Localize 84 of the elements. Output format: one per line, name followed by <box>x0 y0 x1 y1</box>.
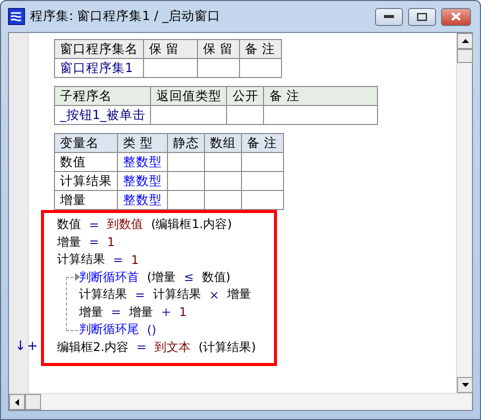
code-text: 计算结果 <box>57 251 105 268</box>
code-operator: × <box>209 288 220 302</box>
code-command: 到数值 <box>107 216 144 234</box>
code-command: 到文本 <box>154 338 191 356</box>
type-cell[interactable]: 整数型 <box>118 190 168 210</box>
up-arrow-icon <box>462 39 468 43</box>
scrollbar-thumb[interactable] <box>25 394 41 410</box>
column-header: 保 留 <box>144 40 198 58</box>
column-header: 保 留 <box>198 40 240 58</box>
column-header: 子程序名 <box>54 86 151 106</box>
column-header: 备 注 <box>240 40 282 58</box>
name-cell[interactable]: 窗口程序集1 <box>54 58 144 78</box>
type-cell[interactable]: 整数型 <box>118 152 168 172</box>
column-header: 数组 <box>204 134 242 152</box>
scroll-left-button[interactable] <box>9 394 25 410</box>
table-cell <box>168 172 204 190</box>
table-cell <box>144 58 198 78</box>
table-cell: 数值 <box>54 152 118 172</box>
table-cell <box>204 172 242 190</box>
table-cell <box>198 58 240 78</box>
code-operator: = <box>89 218 100 232</box>
code-operator: ≤ <box>184 270 194 284</box>
code-text: (增量 <box>147 268 176 286</box>
code-number: 1 <box>131 252 139 267</box>
table-cell <box>240 58 282 78</box>
code-operator: = <box>89 235 100 250</box>
window-title: 程序集: 窗口程序集1 / _启动窗口 <box>30 8 222 25</box>
type-cell[interactable]: 整数型 <box>118 172 168 190</box>
column-header: 类 型 <box>118 134 168 152</box>
column-header: 变量名 <box>54 134 118 152</box>
column-header: 窗口程序集名 <box>54 40 144 58</box>
scroll-up-button[interactable] <box>457 33 473 49</box>
code-text: 增量 <box>129 304 154 321</box>
loop-connector <box>66 276 78 330</box>
table-cell <box>168 190 204 210</box>
code-operator: = <box>135 288 146 302</box>
app-icon <box>8 8 25 25</box>
code-operator: () <box>147 322 156 337</box>
table-cell <box>204 152 242 172</box>
column-header: 返回值类型 <box>150 86 227 106</box>
minimize-button[interactable] <box>375 8 403 26</box>
table-cell <box>168 152 204 172</box>
table-cell: 计算结果 <box>54 172 118 190</box>
loop-arrow-icon <box>75 272 80 280</box>
table-cell <box>242 152 284 172</box>
table-cell <box>242 172 284 190</box>
name-cell[interactable]: _按钮1_被单击 <box>54 106 151 124</box>
code-text: 增量 <box>227 286 252 304</box>
code-operator: = <box>136 340 147 354</box>
minimize-icon <box>384 14 394 18</box>
column-header: 静态 <box>168 134 204 152</box>
code-text: 计算结果 <box>79 286 127 304</box>
code-text: 编辑框2.内容 <box>57 338 128 356</box>
code-number: 1 <box>179 305 187 320</box>
left-arrow-icon <box>15 398 19 406</box>
column-header: 公开 <box>226 86 264 106</box>
code-text: 计算结果 <box>153 286 202 304</box>
code-operator: = <box>111 305 122 320</box>
code-text: 数值 <box>57 216 81 234</box>
code-text: (编辑框1.内容) <box>151 216 232 234</box>
down-arrow-marker[interactable]: ↓ <box>15 338 26 354</box>
code-text: 数值) <box>202 268 230 286</box>
column-header: 备 注 <box>242 134 284 152</box>
code-operator: = <box>113 252 124 267</box>
expand-marker[interactable]: + <box>27 338 38 354</box>
maximize-icon <box>417 12 427 20</box>
code-number: 1 <box>107 235 115 250</box>
table-cell: 增量 <box>54 190 118 210</box>
code-text: 增量 <box>57 234 81 251</box>
column-header: 备 注 <box>264 86 378 106</box>
table-cell <box>226 106 264 124</box>
scroll-down-button[interactable] <box>457 377 473 393</box>
code-command: 判断循环首 <box>79 268 139 286</box>
code-command: 判断循环尾 <box>79 321 139 338</box>
scrollbar-thumb[interactable] <box>457 49 473 63</box>
close-button[interactable] <box>441 8 471 26</box>
code-text: 增量 <box>79 304 103 321</box>
code-text: (计算结果) <box>198 338 256 356</box>
down-arrow-icon <box>462 383 468 387</box>
table-cell <box>242 190 284 210</box>
maximize-button[interactable] <box>408 8 436 26</box>
table-cell <box>204 190 242 210</box>
code-operator: + <box>161 305 172 320</box>
close-icon <box>451 12 461 21</box>
